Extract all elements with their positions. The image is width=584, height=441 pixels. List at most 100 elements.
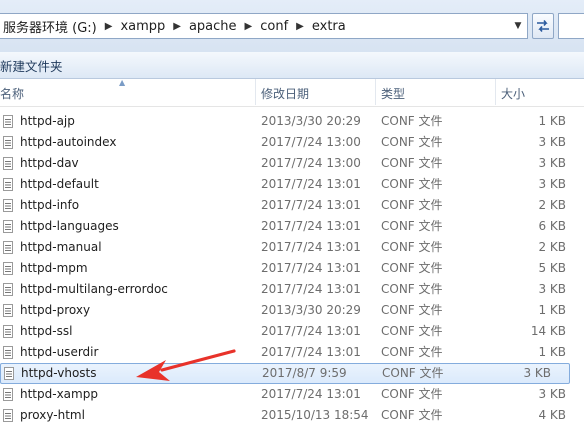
file-row[interactable]: proxy-html 2015/10/13 18:54 CONF 文件 4 KB [0,405,584,426]
file-type: CONF 文件 [381,177,443,191]
file-name: httpd-xampp [20,387,98,401]
file-size: 4 KB [538,408,566,422]
file-name: httpd-userdir [20,345,99,359]
column-divider[interactable] [375,79,376,105]
chevron-right-icon[interactable]: ▶ [241,21,257,32]
breadcrumb-xampp[interactable]: xampp [116,19,169,34]
new-folder-button[interactable]: 新建文件夹 [0,56,63,75]
file-type: CONF 文件 [381,345,443,359]
file-row[interactable]: httpd-dav 2017/7/24 13:00 CONF 文件 3 KB [0,153,584,174]
conf-file-icon [3,388,13,401]
sort-ascending-icon: ▲ [119,78,126,87]
file-row-selected[interactable]: httpd-vhosts 2017/8/7 9:59 CONF 文件 3 KB [0,363,570,384]
file-date: 2017/7/24 13:01 [261,324,361,338]
file-row[interactable]: httpd-mpm 2017/7/24 13:01 CONF 文件 5 KB [0,258,584,279]
file-row[interactable]: httpd-manual 2017/7/24 13:01 CONF 文件 2 KB [0,237,584,258]
file-size: 3 KB [538,387,566,401]
conf-file-icon [3,262,13,275]
file-type: CONF 文件 [381,156,443,170]
file-row[interactable]: httpd-default 2017/7/24 13:01 CONF 文件 3 KB [0,174,584,195]
file-size: 3 KB [538,135,566,149]
file-type: CONF 文件 [381,282,443,296]
command-bar: 新建文件夹 [0,52,584,79]
file-name: httpd-ssl [20,324,73,338]
file-date: 2017/7/24 13:00 [261,135,361,149]
file-size: 3 KB [538,177,566,191]
refresh-icon [537,20,549,32]
file-name: httpd-info [20,198,80,212]
file-row[interactable]: httpd-info 2017/7/24 13:01 CONF 文件 2 KB [0,195,584,216]
file-name: httpd-multilang-errordoc [20,282,168,296]
conf-file-icon [4,367,14,380]
file-size: 2 KB [538,198,566,212]
file-type: CONF 文件 [381,198,443,212]
chevron-down-icon: ▼ [514,21,522,31]
refresh-button[interactable] [532,13,554,39]
conf-file-icon [3,220,13,233]
file-date: 2013/3/30 20:29 [261,114,361,128]
file-date: 2017/7/24 13:01 [261,240,361,254]
file-name: httpd-default [20,177,99,191]
file-date: 2017/7/24 13:01 [261,387,361,401]
file-size: 6 KB [538,219,566,233]
file-name: httpd-manual [20,240,102,254]
file-size: 1 KB [538,303,566,317]
file-name: httpd-dav [20,156,79,170]
column-divider[interactable] [255,79,256,105]
file-list: httpd-ajp 2013/3/30 20:29 CONF 文件 1 KB http… [0,111,584,426]
conf-file-icon [3,346,13,359]
column-type[interactable]: 类型 [381,85,405,102]
file-date: 2017/7/24 13:00 [261,156,361,170]
conf-file-icon [3,304,13,317]
file-row[interactable]: httpd-ajp 2013/3/30 20:29 CONF 文件 1 KB [0,111,584,132]
file-row[interactable]: httpd-userdir 2017/7/24 13:01 CONF 文件 1 KB [0,342,584,363]
file-row[interactable]: httpd-xampp 2017/7/24 13:01 CONF 文件 3 KB [0,384,584,405]
file-type: CONF 文件 [381,135,443,149]
column-size[interactable]: 大小 [501,85,525,102]
column-name[interactable]: 名称 [0,85,24,102]
file-type: CONF 文件 [381,408,443,422]
file-date: 2017/8/7 9:59 [262,366,347,380]
file-type: CONF 文件 [381,240,443,254]
conf-file-icon [3,178,13,191]
file-date: 2017/7/24 13:01 [261,177,361,191]
file-size: 3 KB [523,366,551,380]
file-name: proxy-html [20,408,85,422]
column-header: ▲ 名称 修改日期 类型 大小 [0,78,584,107]
breadcrumb-extra[interactable]: extra [308,19,350,34]
file-size: 3 KB [538,156,566,170]
file-date: 2015/10/13 18:54 [261,408,369,422]
file-row[interactable]: httpd-multilang-errordoc 2017/7/24 13:01 C… [0,279,584,300]
file-type: CONF 文件 [381,303,443,317]
column-divider[interactable] [495,79,496,105]
file-date: 2017/7/24 13:01 [261,282,361,296]
file-date: 2017/7/24 13:01 [261,219,361,233]
search-input[interactable] [558,13,584,39]
file-row[interactable]: httpd-autoindex 2017/7/24 13:00 CONF 文件 3 K… [0,132,584,153]
file-type: CONF 文件 [381,324,443,338]
breadcrumb-conf[interactable]: conf [256,19,292,34]
conf-file-icon [3,115,13,128]
address-bar[interactable]: 服务器环境 (G:) ▶ xampp ▶ apache ▶ conf ▶ ext… [0,13,528,39]
breadcrumb-drive[interactable]: 服务器环境 (G:) [0,17,101,36]
file-row[interactable]: httpd-proxy 2013/3/30 20:29 CONF 文件 1 KB [0,300,584,321]
file-type: CONF 文件 [381,261,443,275]
breadcrumb-apache[interactable]: apache [185,19,241,34]
file-name: httpd-ajp [20,114,75,128]
file-size: 2 KB [538,240,566,254]
chevron-right-icon[interactable]: ▶ [169,21,185,32]
address-bar-area: 服务器环境 (G:) ▶ xampp ▶ apache ▶ conf ▶ ext… [0,0,584,52]
file-size: 1 KB [538,114,566,128]
address-dropdown-button[interactable]: ▼ [509,14,527,38]
file-row[interactable]: httpd-languages 2017/7/24 13:01 CONF 文件 6 K… [0,216,584,237]
file-row[interactable]: httpd-ssl 2017/7/24 13:01 CONF 文件 14 KB [0,321,584,342]
file-date: 2017/7/24 13:01 [261,198,361,212]
conf-file-icon [3,157,13,170]
chevron-right-icon[interactable]: ▶ [101,21,117,32]
conf-file-icon [3,283,13,296]
conf-file-icon [3,409,13,422]
file-date: 2013/3/30 20:29 [261,303,361,317]
column-date[interactable]: 修改日期 [261,85,309,102]
chevron-right-icon[interactable]: ▶ [292,21,308,32]
conf-file-icon [3,136,13,149]
